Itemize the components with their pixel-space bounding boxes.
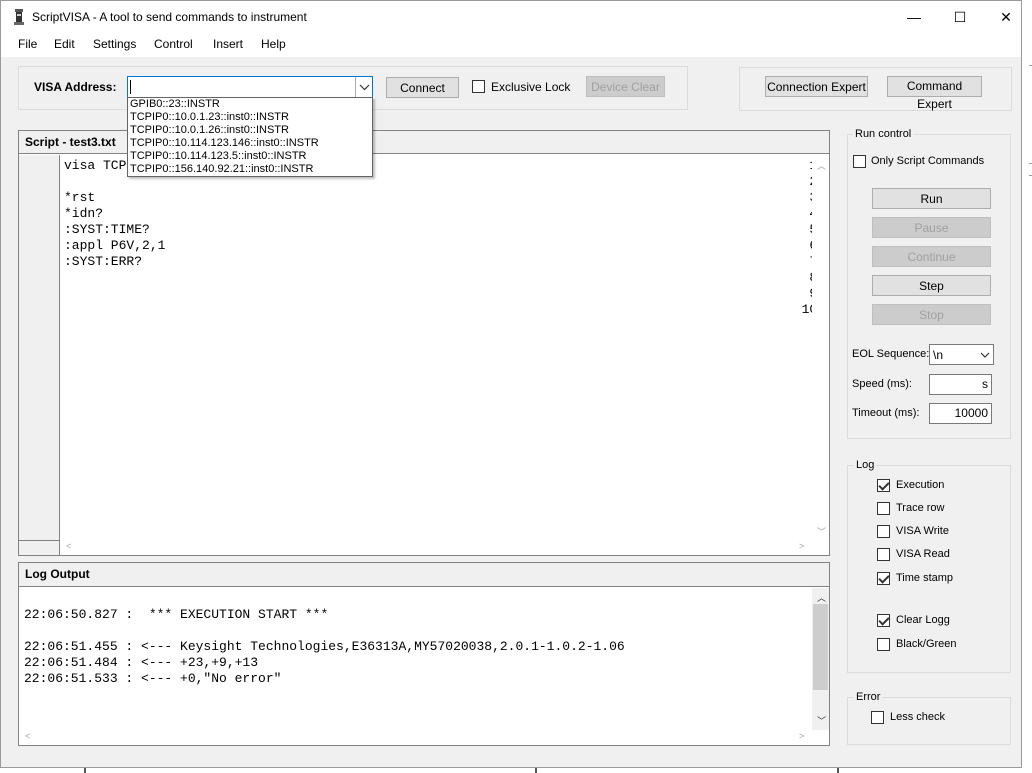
menu-settings[interactable]: Settings [93, 37, 136, 51]
visa-write-checkbox[interactable] [877, 525, 890, 538]
chevron-down-icon [359, 84, 370, 91]
script-title: Script - test3.txt [25, 135, 116, 149]
speed-input[interactable]: s [929, 374, 992, 395]
execution-label: Execution [896, 479, 945, 491]
command-expert-button[interactable]: Command Expert [887, 76, 982, 111]
log-vertical-scrollbar[interactable]: ︿ ﹀ [812, 588, 829, 730]
time-stamp-label: Time stamp [896, 572, 954, 584]
clear-logg-checkbox[interactable] [877, 614, 890, 627]
connect-button[interactable]: Connect [386, 77, 459, 98]
scrollbar-thumb[interactable] [813, 604, 828, 690]
connection-expert-button[interactable]: Connection Expert [765, 76, 868, 97]
log-horizontal-scrollbar[interactable]: < > [19, 729, 812, 745]
log-line: 22:06:50.827 : *** EXECUTION START *** [24, 607, 329, 622]
app-icon [14, 9, 24, 25]
eol-sequence-value: \n [933, 348, 944, 362]
line-number-gutter [19, 155, 60, 541]
combo-dropdown-button[interactable] [355, 77, 372, 97]
log-output-title: Log Output [25, 567, 90, 581]
code-line: :SYST:ERR? [64, 254, 143, 269]
window-title: ScriptVISA - A tool to send commands to … [32, 10, 307, 24]
time-stamp-checkbox[interactable] [877, 572, 890, 585]
execution-checkbox[interactable] [877, 479, 890, 492]
clear-logg-label: Clear Logg [896, 614, 950, 626]
script-panel: Script - test3.txt 1: visa TCP 2: 3: *rs… [18, 130, 830, 556]
exclusive-lock-label: Exclusive Lock [491, 80, 571, 94]
trace-row-checkbox[interactable] [877, 502, 890, 515]
timeout-label: Timeout (ms): [852, 407, 920, 419]
log-output-panel: Log Output 22:06:50.827 : *** EXECUTION … [18, 562, 830, 746]
code-line: :SYST:TIME? [64, 222, 150, 237]
black-green-label: Black/Green [896, 638, 957, 650]
menu-control[interactable]: Control [154, 37, 193, 51]
visa-address-dropdown-list[interactable]: GPIB0::23::INSTR TCPIP0::10.0.1.23::inst… [127, 97, 373, 177]
script-vertical-scrollbar[interactable]: ︿ ﹀ [812, 155, 829, 541]
black-green-checkbox[interactable] [877, 638, 890, 651]
dropdown-option[interactable]: TCPIP0::10.0.1.23::inst0::INSTR [130, 111, 289, 124]
scroll-left-icon[interactable]: < [66, 541, 71, 551]
run-button[interactable]: Run [872, 188, 991, 209]
scroll-down-icon[interactable]: ﹀ [817, 525, 826, 538]
log-line: 22:06:51.533 : <--- +0,"No error" [24, 671, 282, 686]
device-clear-button[interactable]: Device Clear [586, 76, 665, 97]
scroll-right-icon[interactable]: > [799, 731, 804, 741]
speed-label: Speed (ms): [852, 378, 912, 390]
visa-address-label: VISA Address: [34, 80, 117, 94]
less-check-label: Less check [890, 711, 946, 723]
dropdown-option[interactable]: TCPIP0::10.114.123.5::inst0::INSTR [130, 150, 307, 163]
dropdown-option[interactable]: GPIB0::23::INSTR [130, 98, 220, 111]
chevron-down-icon [980, 352, 990, 358]
log-options-title: Log [854, 459, 877, 471]
step-button[interactable]: Step [872, 275, 991, 296]
menu-file[interactable]: File [18, 37, 37, 51]
exclusive-lock-checkbox[interactable] [472, 80, 485, 93]
menu-edit[interactable]: Edit [54, 37, 75, 51]
title-bar: ScriptVISA - A tool to send commands to … [1, 1, 1021, 33]
visa-address-combo[interactable] [127, 76, 373, 98]
code-line: visa TCP [64, 158, 127, 173]
only-script-commands-checkbox[interactable] [853, 155, 866, 168]
dropdown-option[interactable]: TCPIP0::10.0.1.26::inst0::INSTR [130, 124, 289, 137]
less-check-checkbox[interactable] [871, 711, 884, 724]
continue-button[interactable]: Continue [872, 246, 991, 267]
trace-row-label: Trace row [896, 502, 945, 514]
gutter-corner [19, 540, 60, 555]
log-line: 22:06:51.455 : <--- Keysight Technologie… [24, 639, 625, 654]
only-script-commands-label: Only Script Commands [871, 155, 985, 167]
minimize-button[interactable]: — [891, 1, 937, 33]
scroll-down-icon[interactable]: ﹀ [817, 714, 826, 727]
text-caret [130, 80, 131, 94]
pause-button[interactable]: Pause [872, 217, 991, 238]
log-output-header: Log Output [19, 563, 829, 587]
menu-bar: File Edit Settings Control Insert Help [1, 33, 1021, 57]
scroll-up-icon[interactable]: ︿ [817, 591, 826, 604]
main-window: ScriptVISA - A tool to send commands to … [0, 0, 1022, 768]
dropdown-option[interactable]: TCPIP0::10.114.123.146::inst0::INSTR [130, 137, 319, 150]
visa-write-label: VISA Write [896, 525, 949, 537]
log-line: 22:06:51.484 : <--- +23,+9,+13 [24, 655, 259, 670]
eol-sequence-label: EOL Sequence: [852, 348, 930, 360]
error-title: Error [854, 691, 883, 703]
timeout-input[interactable]: 10000 [929, 403, 992, 424]
maximize-button[interactable]: ☐ [937, 1, 983, 33]
code-line: *idn? [64, 206, 104, 221]
menu-insert[interactable]: Insert [213, 37, 243, 51]
visa-read-label: VISA Read [896, 548, 950, 560]
dropdown-option[interactable]: TCPIP0::156.140.92.21::inst0::INSTR [130, 163, 313, 176]
scroll-left-icon[interactable]: < [25, 731, 30, 741]
background-window-edge [1023, 0, 1032, 773]
scroll-right-icon[interactable]: > [799, 541, 804, 551]
visa-read-checkbox[interactable] [877, 548, 890, 561]
run-control-title: Run control [853, 128, 914, 140]
scroll-up-icon[interactable]: ︿ [817, 159, 826, 172]
code-line: :appl P6V,2,1 [64, 238, 166, 253]
eol-sequence-select[interactable]: \n [929, 344, 994, 365]
code-line: *rst [64, 190, 96, 205]
stop-button[interactable]: Stop [872, 304, 991, 325]
script-horizontal-scrollbar[interactable]: < > [61, 539, 812, 555]
background-window-edge-bottom [0, 768, 1032, 773]
menu-help[interactable]: Help [261, 37, 286, 51]
